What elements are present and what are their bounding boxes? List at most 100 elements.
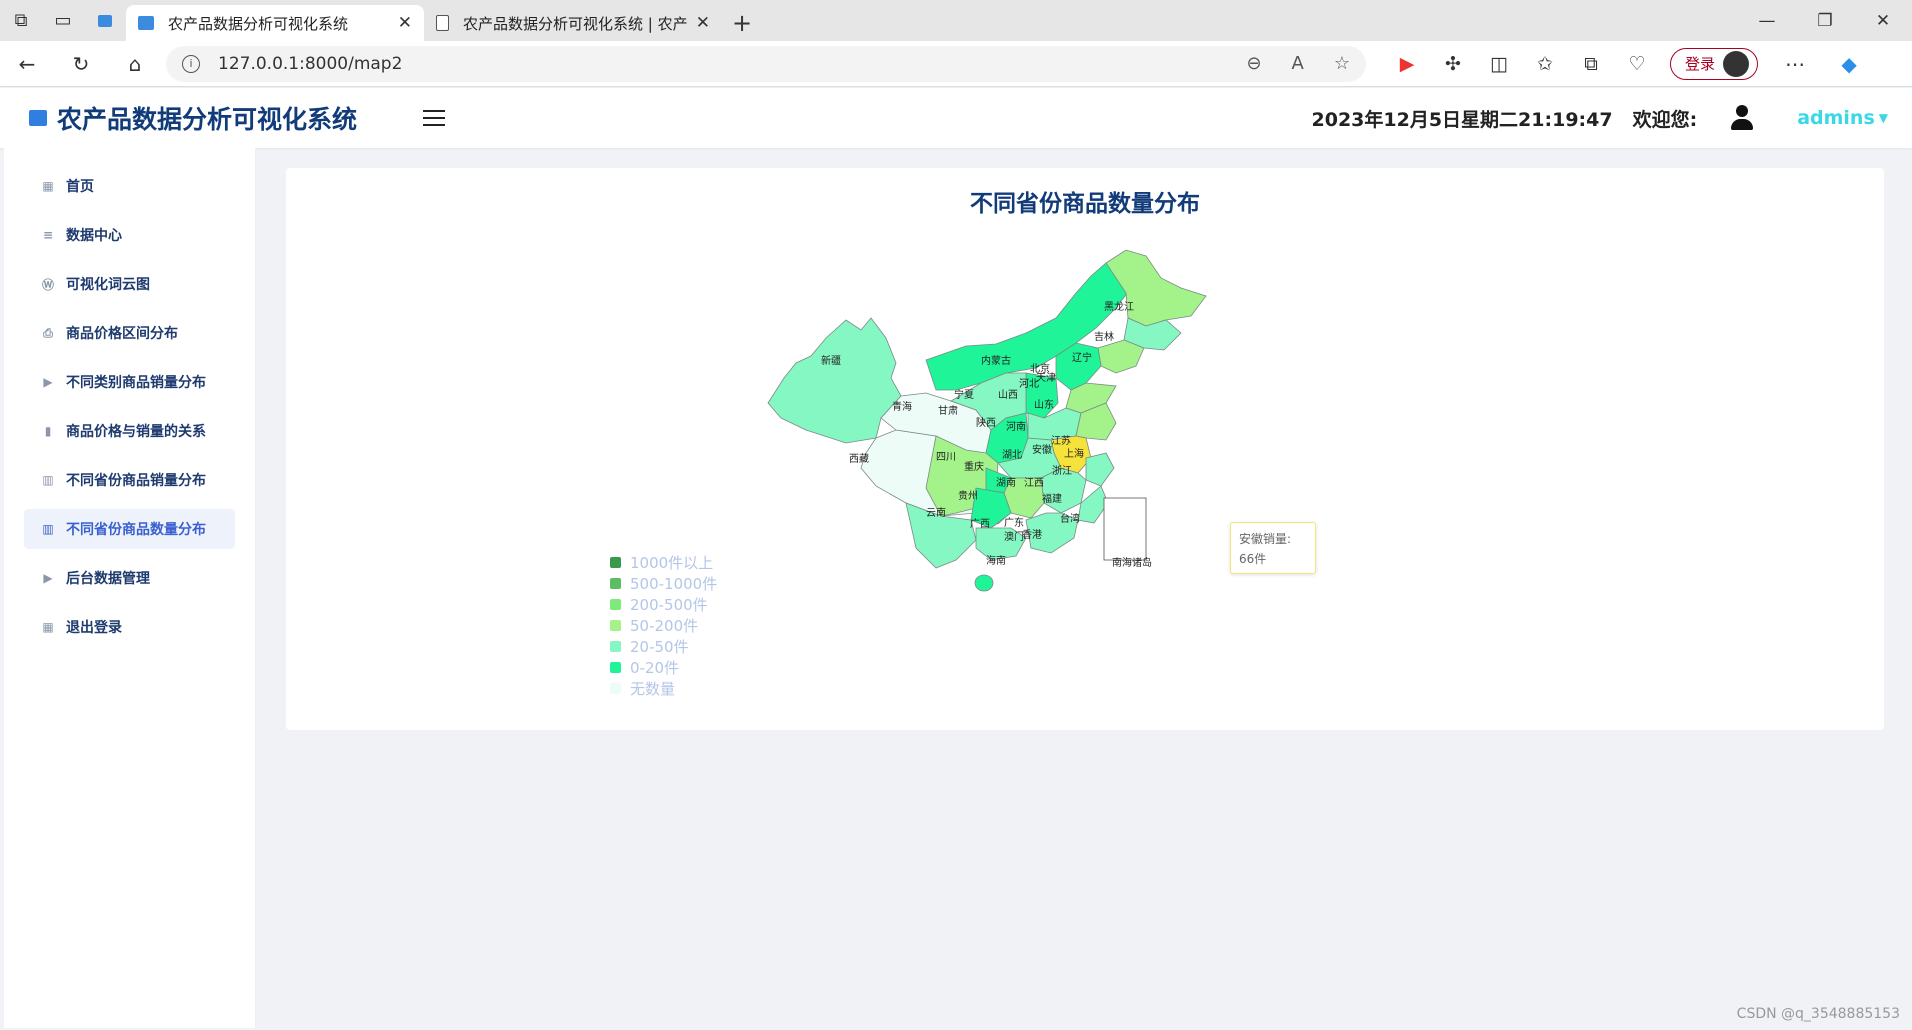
favorites-icon[interactable]: ✩ xyxy=(1522,53,1568,75)
tab-inactive[interactable]: 农产品数据分析可视化系统 | 农产 ✕ xyxy=(424,5,722,41)
province-label[interactable]: 重庆 xyxy=(964,460,984,473)
region-liaoning xyxy=(1097,339,1145,374)
province-label[interactable]: 吉林 xyxy=(1094,330,1114,343)
province-label[interactable]: 海南 xyxy=(986,554,1006,567)
province-label[interactable]: 陕西 xyxy=(976,416,996,429)
zoom-icon[interactable]: ⊖ xyxy=(1246,53,1261,74)
url-field[interactable]: i 127.0.0.1:8000/map2 ⊖ A ☆ xyxy=(166,45,1366,82)
legend-swatch xyxy=(610,557,621,568)
read-aloud-icon[interactable]: A xyxy=(1292,53,1304,74)
username-dropdown[interactable]: admins xyxy=(1797,107,1875,129)
province-label[interactable]: 福建 xyxy=(1042,492,1062,505)
hamburger-menu-icon[interactable] xyxy=(423,110,446,126)
close-tab-icon[interactable]: ✕ xyxy=(696,13,710,33)
performance-icon[interactable]: ♡ xyxy=(1614,53,1660,75)
login-button[interactable]: 登录 xyxy=(1670,47,1759,80)
caret-down-icon[interactable]: ▼ xyxy=(1879,111,1888,125)
url-text[interactable]: 127.0.0.1:8000/map2 xyxy=(218,54,1216,74)
home-icon[interactable]: ⌂ xyxy=(108,41,162,87)
legend-label: 1000件以上 xyxy=(630,554,714,572)
legend-item[interactable]: 0-20件 xyxy=(610,657,717,678)
legend-item[interactable]: 1000件以上 xyxy=(610,552,717,573)
legend-label: 0-20件 xyxy=(630,659,680,677)
app-title: 农产品数据分析可视化系统 xyxy=(57,105,358,134)
tab-active[interactable]: 农产品数据分析可视化系统 ✕ xyxy=(126,5,424,41)
sidebar-item[interactable]: ≡ 数据中心 xyxy=(24,215,235,255)
province-label[interactable]: 山东 xyxy=(1034,398,1054,411)
legend-label: 50-200件 xyxy=(630,617,699,635)
sidebar-item[interactable]: ▶ 不同类别商品销量分布 xyxy=(24,362,235,402)
legend-label: 200-500件 xyxy=(630,596,708,614)
province-label[interactable]: 西藏 xyxy=(849,453,869,465)
province-label[interactable]: 黑龙江 xyxy=(1104,300,1134,313)
province-label[interactable]: 南海诸岛 xyxy=(1112,556,1152,569)
province-label[interactable]: 青海 xyxy=(892,400,912,413)
province-label[interactable]: 浙江 xyxy=(1052,465,1072,477)
sidebar-item[interactable]: ▥ 不同省份商品销量分布 xyxy=(24,460,235,500)
tab-actions-icon[interactable]: ▭ xyxy=(42,0,84,41)
welcome-text: 欢迎您: xyxy=(1632,108,1698,131)
province-label[interactable]: 内蒙古 xyxy=(981,354,1011,367)
province-label[interactable]: 河南 xyxy=(1006,420,1026,433)
sidebar-item[interactable]: ▮ 商品价格与销量的关系 xyxy=(24,411,235,451)
refresh-icon[interactable]: ↻ xyxy=(54,41,108,87)
minimize-icon[interactable]: — xyxy=(1738,0,1796,41)
close-tab-icon[interactable]: ✕ xyxy=(398,13,412,33)
sidebar-item[interactable]: ▶ 后台数据管理 xyxy=(24,558,235,598)
province-label[interactable]: 江西 xyxy=(1024,477,1044,489)
sidebar-item[interactable]: ▦ 退出登录 xyxy=(24,607,235,647)
province-label[interactable]: 天津 xyxy=(1036,372,1056,384)
legend-swatch xyxy=(610,599,621,610)
sidebar-item[interactable]: Ⓦ 可视化词云图 xyxy=(24,264,235,304)
sidebar-item-label: 商品价格与销量的关系 xyxy=(66,424,206,440)
favicon-icon xyxy=(138,16,154,30)
sidebar-item-label: 不同省份商品销量分布 xyxy=(66,473,206,489)
new-tab-icon[interactable]: + xyxy=(722,5,762,41)
back-icon[interactable]: ← xyxy=(0,41,54,87)
legend-item[interactable]: 20-50件 xyxy=(610,636,717,657)
legend-item[interactable]: 200-500件 xyxy=(610,594,717,615)
sidebar-item[interactable]: ▥ 不同省份商品数量分布 xyxy=(24,509,235,549)
workspaces-icon[interactable]: ⧉ xyxy=(0,0,42,41)
close-window-icon[interactable]: ✕ xyxy=(1854,0,1912,41)
site-info-icon[interactable]: i xyxy=(182,54,200,73)
province-label[interactable]: 澳门 xyxy=(1004,530,1024,543)
province-label[interactable]: 四川 xyxy=(936,452,956,463)
province-label[interactable]: 宁夏 xyxy=(954,388,974,401)
video-extension-icon[interactable]: ▶ xyxy=(1384,53,1430,75)
legend-item[interactable]: 50-200件 xyxy=(610,615,717,636)
copilot-icon[interactable]: ◆ xyxy=(1822,41,1876,87)
sidebar-item[interactable]: ⎙ 商品价格区间分布 xyxy=(24,313,235,353)
favorite-star-icon[interactable]: ☆ xyxy=(1334,53,1350,74)
user-icon[interactable] xyxy=(1727,103,1757,133)
province-label[interactable]: 江苏 xyxy=(1051,434,1071,447)
sidebar-item[interactable]: ▦ 首页 xyxy=(24,166,235,206)
split-screen-icon[interactable]: ◫ xyxy=(1476,53,1522,75)
province-label[interactable]: 上海 xyxy=(1064,447,1084,460)
extensions-icon[interactable]: ✣ xyxy=(1430,53,1476,75)
legend-label: 无数量 xyxy=(630,680,676,698)
province-label[interactable]: 山西 xyxy=(998,389,1018,401)
collections-icon[interactable]: ⧉ xyxy=(1568,53,1614,75)
province-label[interactable]: 湖北 xyxy=(1002,449,1022,461)
region-neimenggu xyxy=(925,257,1132,391)
pinned-tab-icon[interactable] xyxy=(84,0,126,41)
province-label[interactable]: 河北 xyxy=(1019,378,1039,390)
province-label[interactable]: 湖南 xyxy=(996,476,1016,489)
more-menu-icon[interactable]: ⋯ xyxy=(1768,41,1822,87)
restore-icon[interactable]: ❐ xyxy=(1796,0,1854,41)
legend-item[interactable]: 500-1000件 xyxy=(610,573,717,594)
province-label[interactable]: 云南 xyxy=(926,506,946,519)
logo-icon xyxy=(29,110,47,126)
legend-swatch xyxy=(610,641,621,652)
province-label[interactable]: 香港 xyxy=(1022,529,1042,541)
province-label[interactable]: 安徽 xyxy=(1032,443,1052,456)
province-label[interactable]: 甘肃 xyxy=(938,404,958,417)
province-label[interactable]: 辽宁 xyxy=(1072,351,1092,364)
province-label[interactable]: 新疆 xyxy=(821,354,841,367)
province-label[interactable]: 贵州 xyxy=(958,489,978,502)
province-label[interactable]: 台湾 xyxy=(1060,512,1080,525)
province-label[interactable]: 广东 xyxy=(1004,516,1024,529)
legend-item[interactable]: 无数量 xyxy=(610,678,717,699)
province-label[interactable]: 广西 xyxy=(970,518,990,530)
